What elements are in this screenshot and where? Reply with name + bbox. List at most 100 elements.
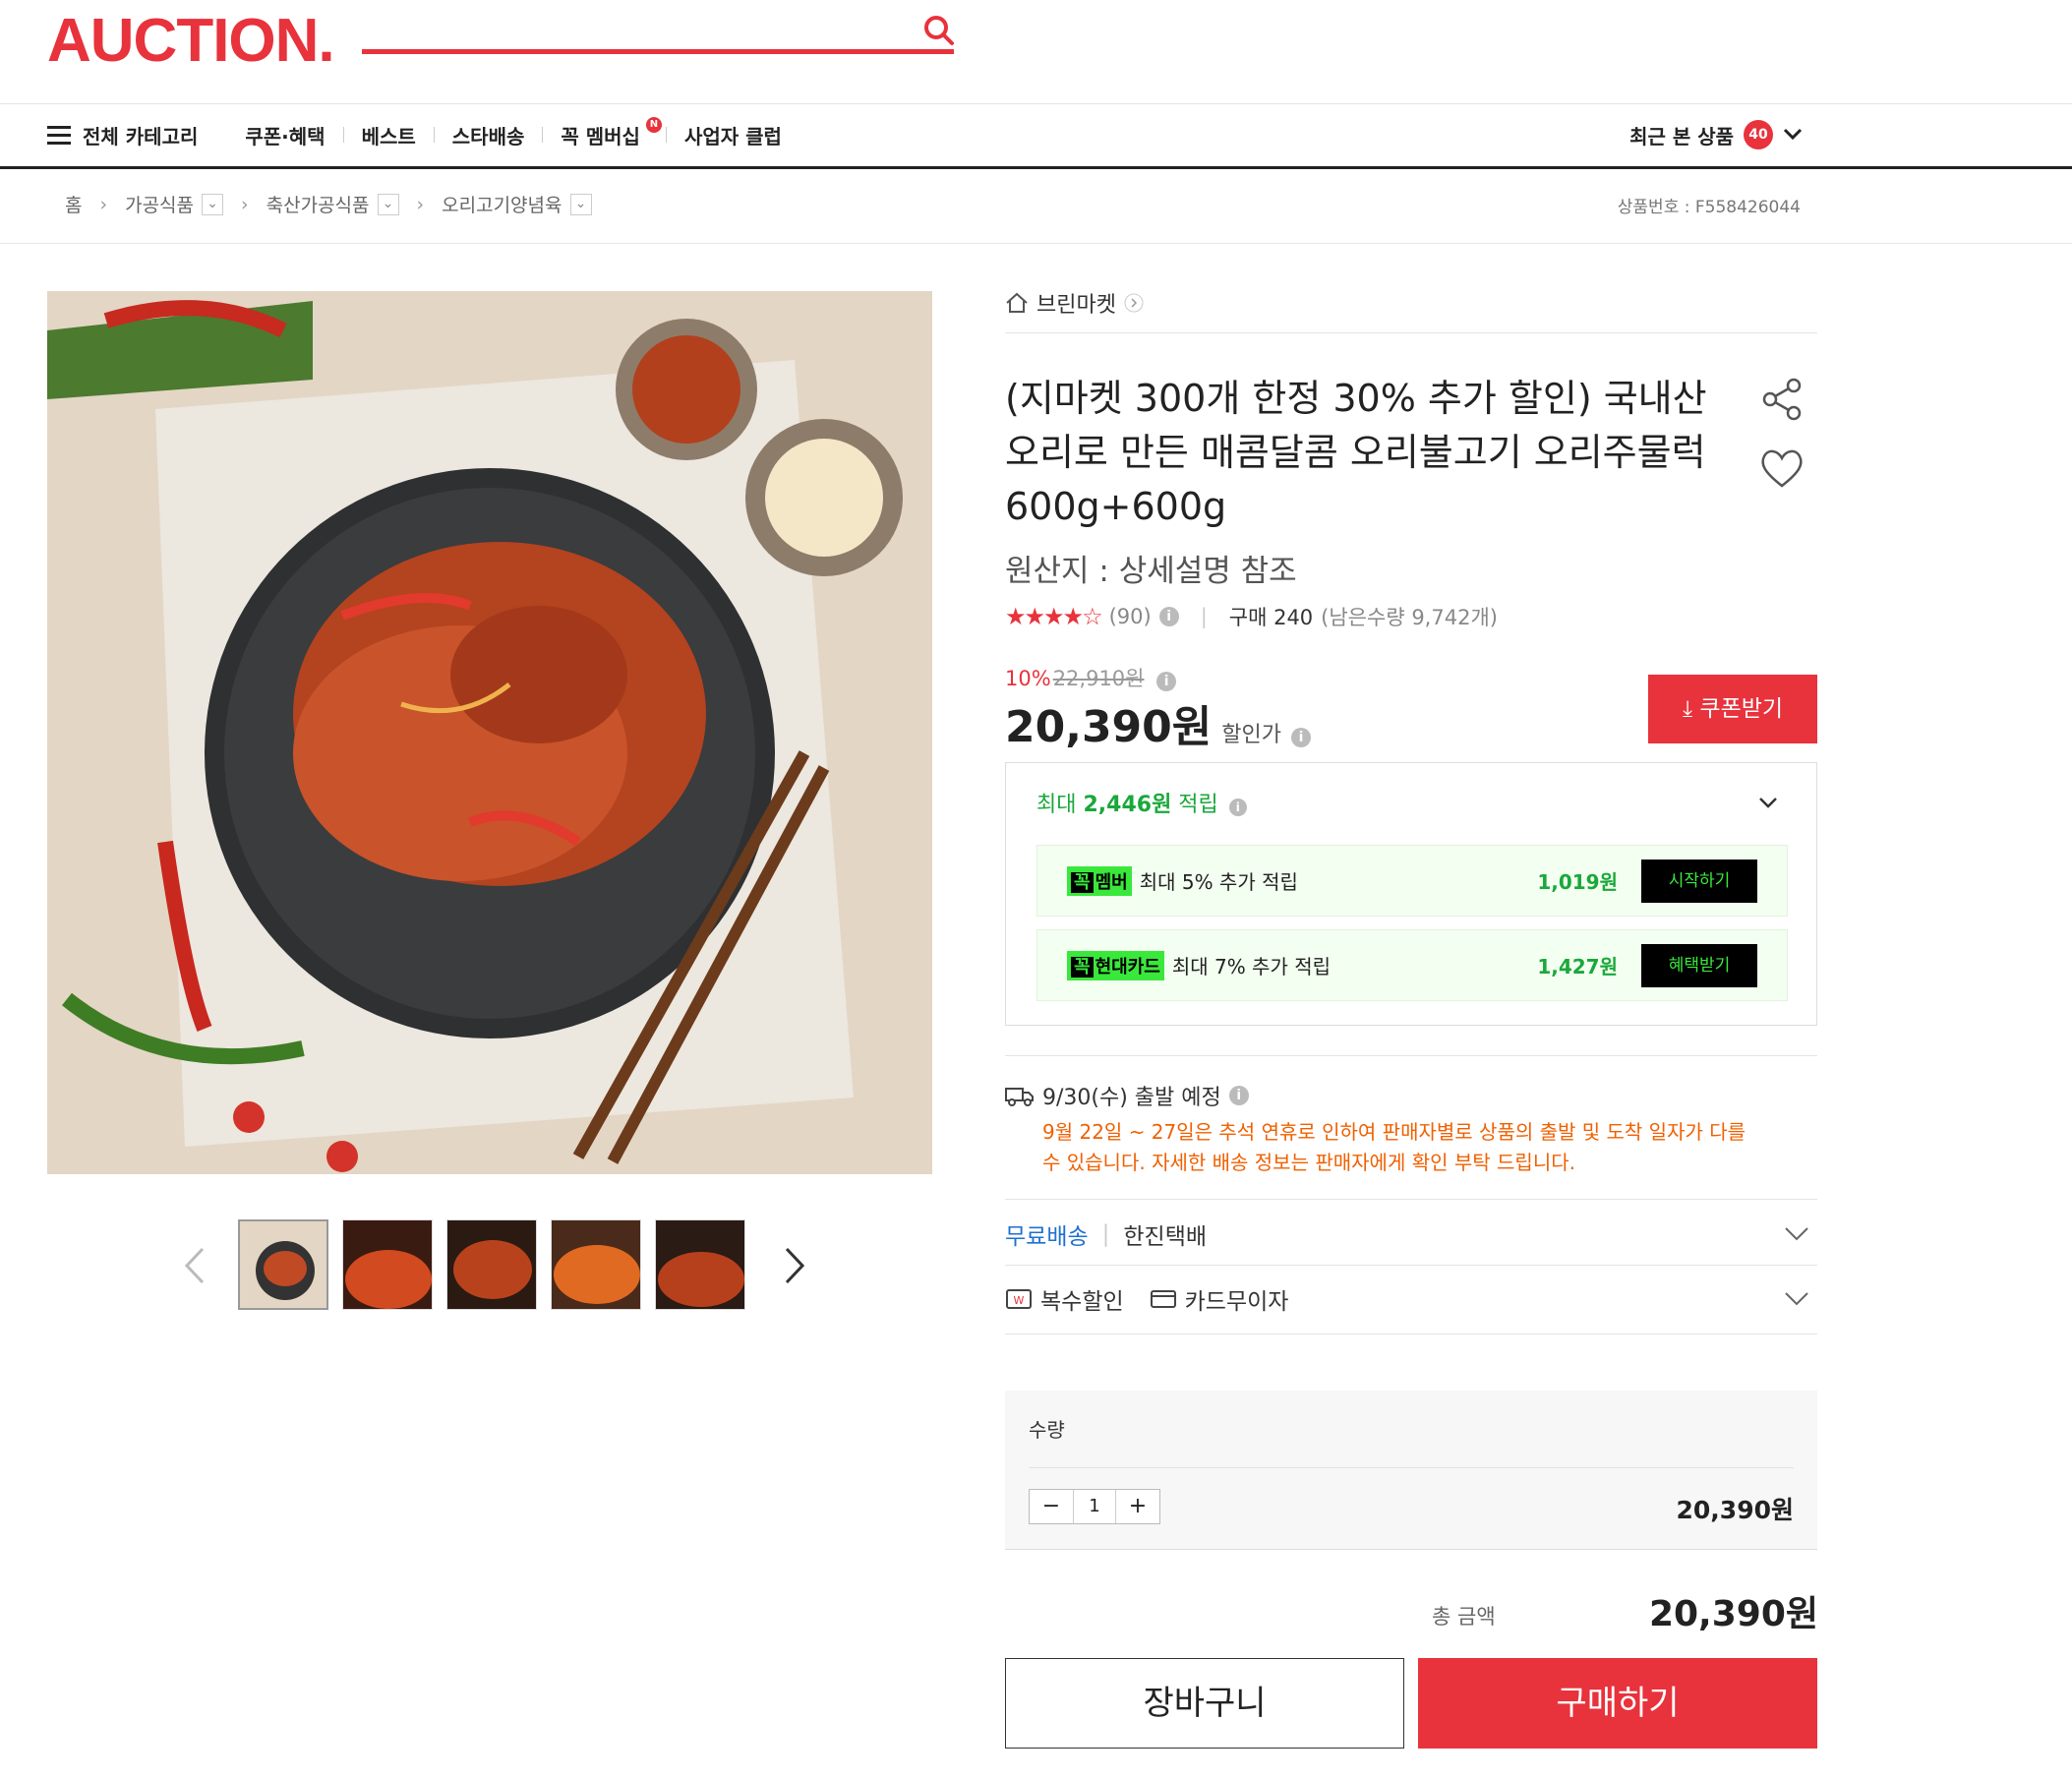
reward-amount: 1,427원: [1537, 955, 1618, 978]
divider: [1005, 1055, 1817, 1056]
new-badge: N: [645, 116, 662, 133]
divider: [1029, 1467, 1794, 1468]
chevron-left-icon[interactable]: [185, 1247, 205, 1284]
tag-label: 멤버: [1095, 871, 1128, 893]
chevron-down-icon[interactable]: [1758, 797, 1778, 810]
recent-label: 최근 본 상품: [1629, 124, 1734, 148]
seller-name: 브린마켓: [1036, 293, 1116, 318]
discount-option-row[interactable]: W 복수할인 카드무이자: [1005, 1267, 1817, 1332]
breadcrumb-home[interactable]: 홈: [65, 191, 82, 217]
divider: [1005, 1199, 1817, 1200]
chevron-right-icon[interactable]: [785, 1247, 804, 1284]
delivery-option-row[interactable]: 무료배송 | 한진택배: [1005, 1202, 1817, 1267]
courier: 한진택배: [1123, 1224, 1208, 1250]
coupon-button-label: 쿠폰받기: [1699, 696, 1784, 722]
nav-business-club[interactable]: 사업자 클럽: [667, 121, 799, 149]
line-total: 20,390원: [1676, 1496, 1794, 1524]
chevron-down-icon[interactable]: ⌄: [377, 193, 399, 215]
coupon-button[interactable]: ⤓ 쿠폰받기: [1648, 675, 1817, 743]
breadcrumb-item[interactable]: 오리고기양념육: [442, 191, 562, 217]
thumbnail-2[interactable]: [342, 1219, 433, 1310]
multi-discount: 복수할인: [1040, 1289, 1124, 1315]
thumbnail-1[interactable]: [238, 1219, 328, 1310]
share-icon[interactable]: [1758, 376, 1806, 423]
shipping-date-row: 9/30(수) 출발 예정 i: [1005, 1080, 1817, 1111]
shipping-notice: 9월 22일 ~ 27일은 추석 연휴로 인하여 판매자별로 상품의 출발 및 …: [1042, 1120, 1746, 1174]
info-icon[interactable]: i: [1291, 728, 1312, 747]
chevron-down-icon: [1785, 1227, 1808, 1241]
member-tag: 꼭 멤버: [1067, 865, 1132, 896]
sale-price: 20,390원: [1005, 702, 1213, 752]
seller-divider: [1005, 332, 1817, 333]
divider: |: [1101, 1221, 1110, 1247]
search-icon[interactable]: [922, 14, 956, 47]
chevron-down-icon[interactable]: ⌄: [569, 193, 592, 215]
thumbnail-3[interactable]: [446, 1219, 537, 1310]
reward-title-suffix: 적립: [1171, 793, 1218, 817]
total-price: 20,390원: [1648, 1594, 1818, 1634]
reward-row-member: 꼭 멤버 최대 5% 추가 적립 1,019원 시작하기: [1036, 845, 1788, 917]
recent-products[interactable]: 최근 본 상품 40: [1629, 120, 1803, 149]
download-icon: ⤓: [1682, 696, 1693, 722]
info-icon[interactable]: i: [1228, 799, 1247, 816]
star-rating: ★★★★☆: [1005, 603, 1103, 630]
seller-link[interactable]: 브린마켓: [1005, 287, 1817, 319]
chevron-down-icon: [1783, 128, 1803, 141]
multi-discount-icon: W: [1006, 1289, 1032, 1309]
free-shipping: 무료배송: [1005, 1224, 1089, 1250]
recent-count-badge: 40: [1744, 120, 1773, 149]
chevron-right-icon: ›: [241, 193, 249, 215]
nav-membership-label: 꼭 멤버십: [561, 124, 640, 148]
main-nav: 전체 카테고리 쿠폰·혜택 베스트 스타배송 꼭 멤버십 N 사업자 클럽: [65, 116, 799, 151]
reward-title[interactable]: 최대 2,446원 적립 i: [1036, 787, 1247, 818]
tag-prefix: 꼭: [1071, 871, 1094, 893]
card-icon: [1150, 1290, 1176, 1308]
reward-row-card: 꼭 현대카드 최대 7% 추가 적립 1,427원 혜택받기: [1036, 929, 1788, 1001]
increase-button[interactable]: +: [1116, 1490, 1159, 1523]
price-label: 할인가: [1221, 723, 1282, 747]
origin-info: 원산지 : 상세설명 참조: [1005, 554, 1297, 589]
header-divider: [0, 103, 2072, 104]
heart-icon[interactable]: [1758, 446, 1806, 490]
chevron-down-icon[interactable]: ⌄: [202, 193, 224, 215]
buy-now-button[interactable]: 구매하기: [1418, 1658, 1817, 1749]
add-to-cart-button[interactable]: 장바구니: [1005, 1658, 1404, 1749]
nav-best[interactable]: 베스트: [344, 121, 434, 149]
review-count[interactable]: (90): [1109, 605, 1152, 628]
product-title: (지마켓 300개 한정 30% 추가 할인) 국내산 오리로 만든 매콤달콤 …: [1005, 377, 1707, 528]
reward-text: 최대 5% 추가 적립: [1139, 870, 1298, 894]
breadcrumb-item[interactable]: 가공식품: [125, 191, 194, 217]
search-input[interactable]: [362, 49, 954, 54]
nav-coupons[interactable]: 쿠폰·혜택: [227, 121, 342, 149]
thumbnail-4[interactable]: [551, 1219, 641, 1310]
quantity-value[interactable]: 1: [1073, 1490, 1116, 1523]
breadcrumb: 홈 › 가공식품 ⌄ › 축산가공식품 ⌄ › 오리고기양념육 ⌄: [65, 191, 592, 217]
original-price: 22,910원: [1052, 667, 1145, 690]
breadcrumb-item[interactable]: 축산가공식품: [266, 191, 370, 217]
card-installment: 카드무이자: [1184, 1289, 1289, 1315]
card-tag: 꼭 현대카드: [1067, 950, 1164, 980]
svg-text:W: W: [1014, 1294, 1025, 1307]
tag-label: 현대카드: [1095, 956, 1160, 978]
reward-title-prefix: 최대: [1036, 793, 1084, 817]
info-icon[interactable]: i: [1158, 607, 1179, 626]
auction-logo[interactable]: AUCTION.: [47, 6, 335, 76]
nav-all-categories[interactable]: 전체 카테고리: [65, 121, 227, 149]
product-number: 상품번호 : F558426044: [1617, 198, 1801, 217]
nav-membership[interactable]: 꼭 멤버십 N: [543, 116, 666, 149]
home-icon: [1006, 292, 1028, 313]
tag-prefix: 꼭: [1071, 956, 1094, 978]
stock-remaining: (남은수량 9,742개): [1321, 606, 1498, 629]
nav-star-delivery[interactable]: 스타배송: [435, 121, 543, 149]
get-benefit-button[interactable]: 혜택받기: [1641, 943, 1757, 987]
info-icon[interactable]: i: [1156, 672, 1177, 691]
info-icon[interactable]: i: [1228, 1086, 1249, 1105]
start-membership-button[interactable]: 시작하기: [1641, 859, 1757, 903]
product-image: [47, 291, 932, 1174]
reward-amount: 2,446원: [1083, 793, 1172, 817]
discount-rate: 10%: [1005, 667, 1051, 690]
truck-icon: [1005, 1088, 1034, 1106]
thumbnail-5[interactable]: [655, 1219, 745, 1310]
decrease-button[interactable]: −: [1030, 1490, 1073, 1523]
chevron-right-icon: ›: [99, 193, 108, 215]
